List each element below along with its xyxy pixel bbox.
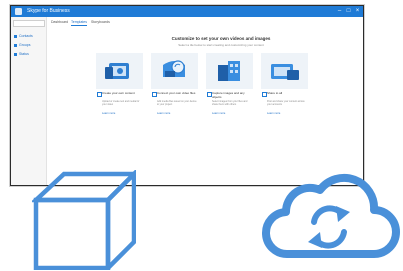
sidebar-item-label: Contacts <box>19 34 33 38</box>
page-title: Customize to set your own videos and ima… <box>171 36 271 41</box>
app-window: Skype for Business – □ × Contacts Groups… <box>10 5 364 186</box>
sidebar: Contacts Groups Status <box>11 17 47 185</box>
groups-icon <box>14 43 17 47</box>
card-description: Select images from your files and share … <box>212 100 248 107</box>
card-tile <box>206 53 253 89</box>
window-title: Skype for Business <box>27 8 70 14</box>
sidebar-item-status[interactable]: Status <box>14 51 29 57</box>
card-create[interactable]: Create your own content Upload or create… <box>96 53 143 131</box>
contacts-icon <box>14 34 17 38</box>
card-title: Create your own content <box>102 91 135 95</box>
card-tile <box>151 53 198 89</box>
card-description: Upload or create text and media for your… <box>102 100 140 107</box>
app-icon <box>15 8 22 15</box>
card-link[interactable]: Learn more <box>267 112 280 115</box>
card-link[interactable]: Learn more <box>102 112 115 115</box>
card-title: Connect your own video files <box>157 91 196 95</box>
card-link[interactable]: Learn more <box>157 112 170 115</box>
card-title: Share to all <box>267 91 283 95</box>
maximize-button[interactable]: □ <box>344 6 353 17</box>
sidebar-item-contacts[interactable]: Contacts <box>14 33 33 39</box>
building-illustration-icon <box>218 61 240 81</box>
devices-illustration-icon <box>105 63 129 79</box>
sidebar-item-label: Status <box>19 52 29 56</box>
tab-storyboards[interactable]: Storyboards <box>91 19 110 25</box>
card-description: Post and share your content across your … <box>267 100 305 107</box>
status-icon <box>14 52 17 56</box>
page-subtitle: Select a tile below to start creating an… <box>178 43 264 47</box>
card-title: Capture images and any objects <box>212 91 245 99</box>
sidebar-item-groups[interactable]: Groups <box>14 42 30 48</box>
card-tile <box>96 53 143 89</box>
card-tile <box>261 53 308 89</box>
card-connect[interactable]: Connect your own video files Add media f… <box>151 53 198 131</box>
tab-templates[interactable]: Templates <box>71 19 87 26</box>
tab-dashboard[interactable]: Dashboard <box>51 19 68 25</box>
title-bar: Skype for Business – □ × <box>11 6 363 17</box>
card-capture[interactable]: Capture images and any objects Select im… <box>206 53 253 131</box>
minimize-button[interactable]: – <box>335 6 344 17</box>
sidebar-search-input[interactable] <box>13 20 45 27</box>
sidebar-item-label: Groups <box>19 43 31 47</box>
card-link[interactable]: Learn more <box>212 112 225 115</box>
cube-icon <box>32 170 136 270</box>
sync-illustration-icon <box>163 60 185 77</box>
close-button[interactable]: × <box>353 6 362 17</box>
card-share[interactable]: Share to all Post and share your content… <box>261 53 308 131</box>
cloud-sync-icon <box>262 173 400 258</box>
screens-illustration-icon <box>271 64 299 80</box>
card-description: Add media files saved on your device to … <box>157 100 197 107</box>
